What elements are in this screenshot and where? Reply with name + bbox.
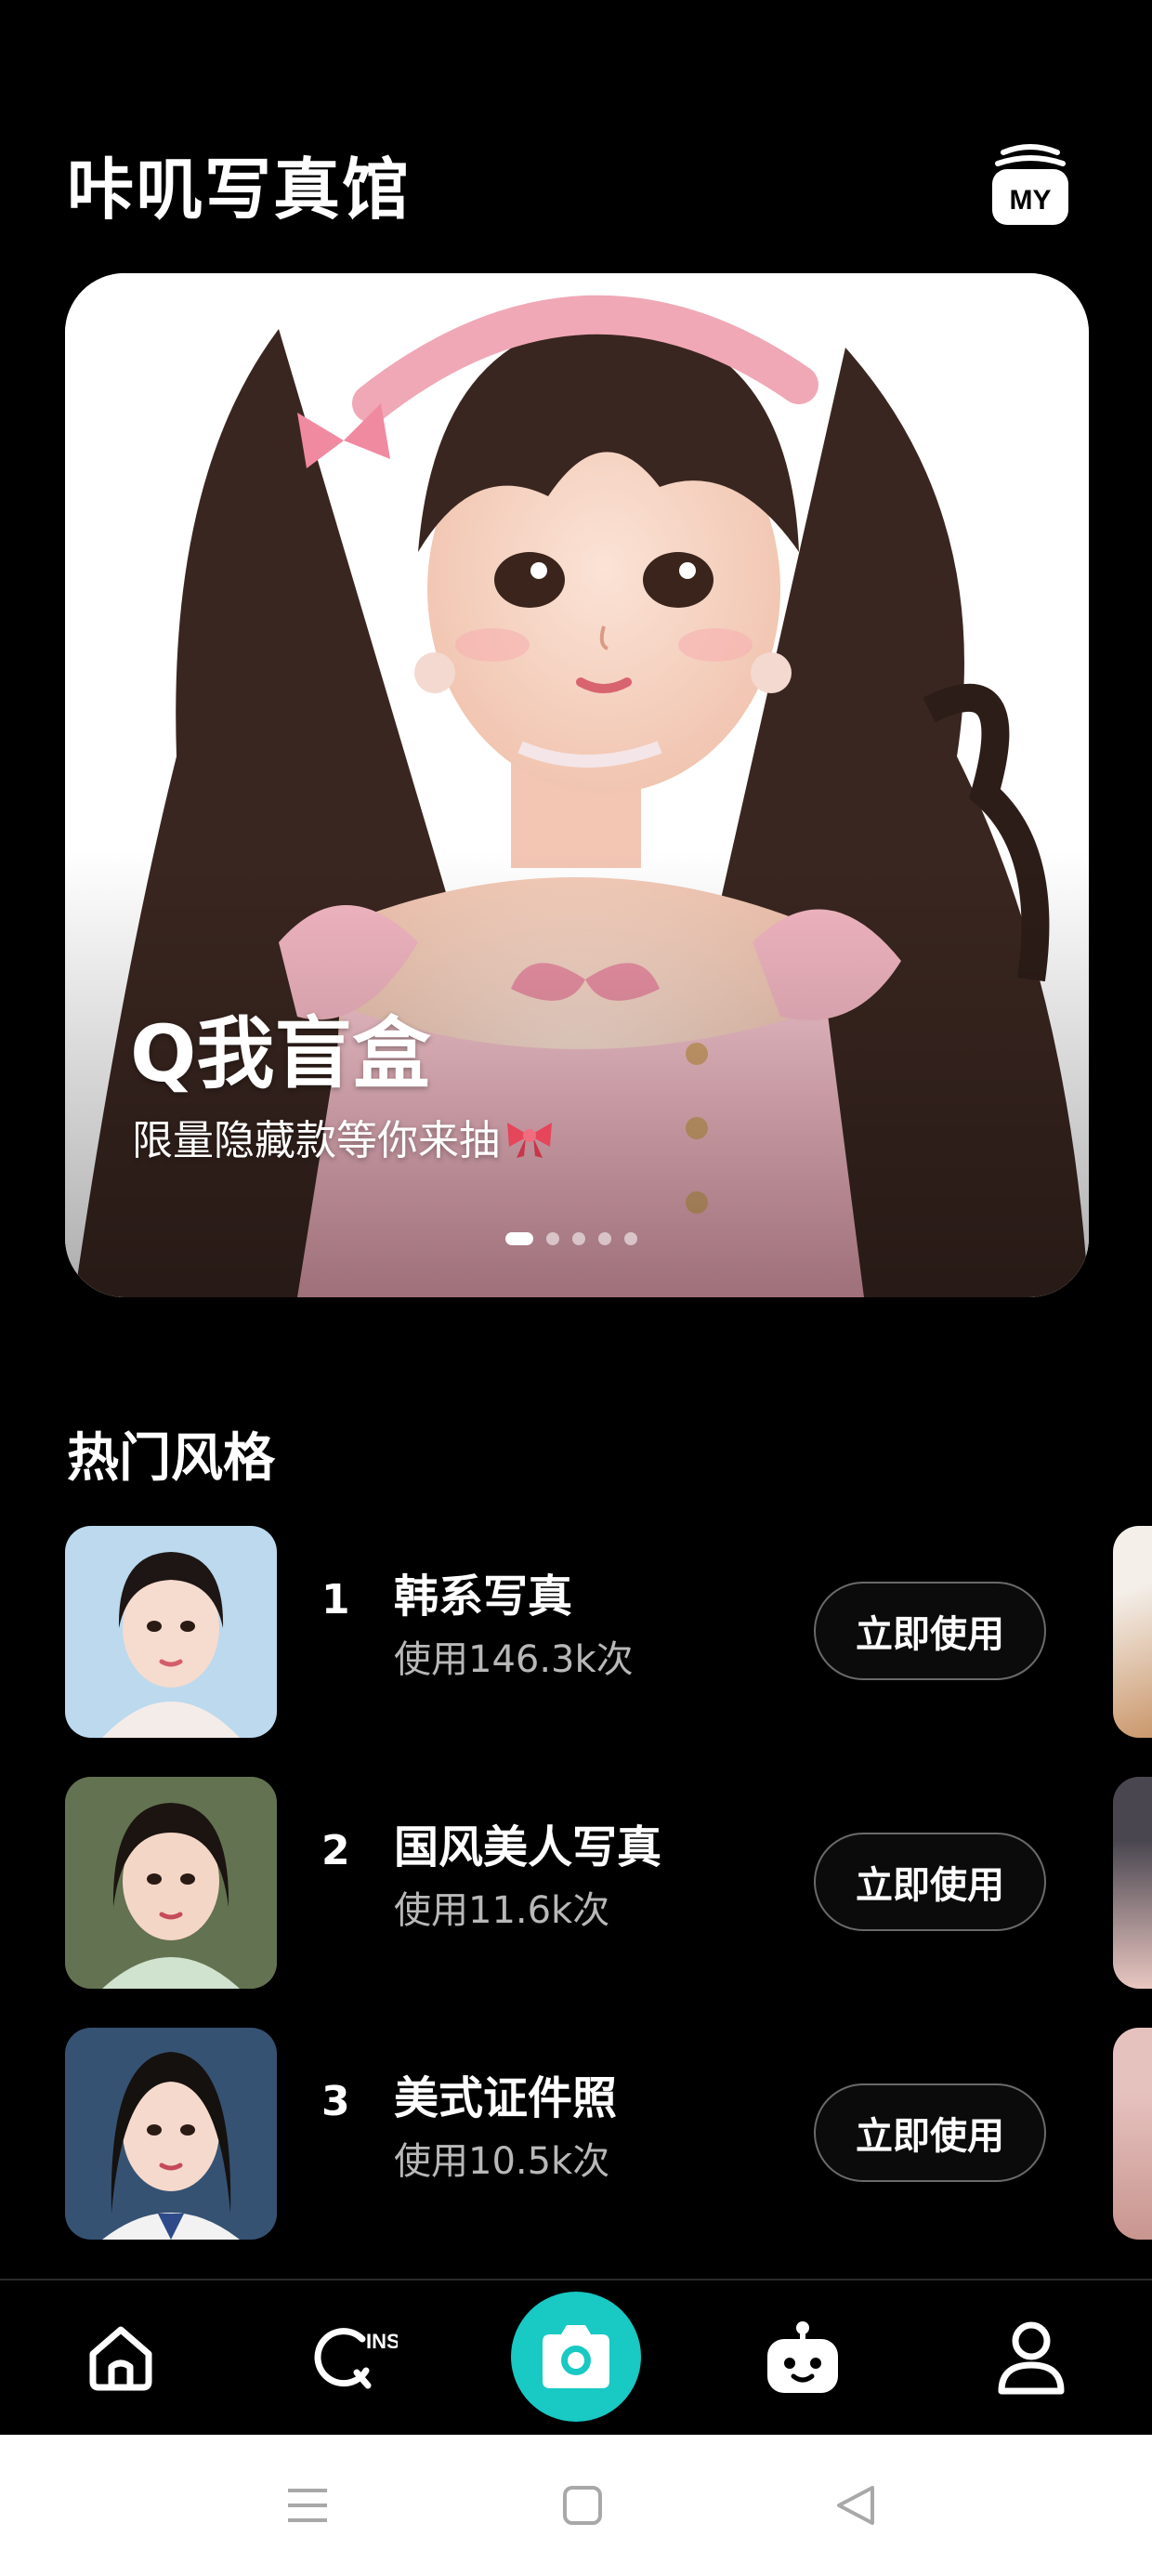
next-column-thumbnail[interactable] [1113,1526,1152,1738]
app-header: 咔叽写真馆 MY [0,0,1152,269]
use-now-button[interactable]: 立即使用 [814,1833,1046,1931]
profile-icon [998,2321,1065,2395]
carousel-dot[interactable] [572,1232,585,1245]
system-back-button[interactable] [823,2435,888,2576]
robot-icon [767,2321,838,2393]
app-title: 咔叽写真馆 [67,151,412,229]
camera-button[interactable] [511,2292,641,2422]
my-icon: MY [992,144,1068,225]
system-navigation-bar [0,2435,1152,2576]
carousel-dot[interactable] [598,1232,611,1245]
style-row[interactable]: 3 美式证件照 使用10.5k次 立即使用 [65,2028,1087,2240]
home-icon [89,2326,152,2391]
style-name: 韩系写真 [394,1571,573,1623]
hero-banner[interactable]: Q我盲盒 限量隐藏款等你来抽 [65,273,1089,1297]
nav-ins[interactable]: INS [297,2280,409,2435]
style-row[interactable]: 2 国风美人写真 使用11.6k次 立即使用 [65,1777,1087,1989]
ins-search-icon: INS [314,2328,398,2389]
menu-icon [288,2489,327,2522]
carousel-dot[interactable] [505,1232,533,1245]
style-name: 美式证件照 [394,2072,618,2124]
next-column-thumbnail[interactable] [1113,2028,1152,2240]
back-triangle-icon [837,2486,874,2525]
style-row[interactable]: 1 韩系写真 使用146.3k次 立即使用 [65,1526,1087,1738]
style-rank: 1 [321,1576,350,1623]
ribbon-bow-icon [504,1119,556,1160]
my-button[interactable]: MY [990,143,1070,227]
hero-subtitle-text: 限量隐藏款等你来抽 [132,1117,500,1164]
style-thumbnail[interactable] [65,1777,277,1989]
style-rank: 3 [321,2078,350,2125]
nav-robot[interactable] [751,2280,855,2435]
carousel-dot[interactable] [546,1232,559,1245]
carousel-dot[interactable] [624,1232,637,1245]
use-now-button[interactable]: 立即使用 [814,2083,1046,2182]
section-title-hot-styles: 热门风格 [67,1428,275,1489]
ins-label: INS [366,2330,398,2353]
style-name: 国风美人写真 [394,1821,662,1873]
style-rank: 2 [321,1827,350,1874]
next-column-thumbnail[interactable] [1113,1777,1152,1989]
hero-title: Q我盲盒 [130,1008,431,1099]
nav-profile[interactable] [979,2280,1083,2435]
carousel-indicator [505,1232,637,1245]
hero-subtitle: 限量隐藏款等你来抽 [132,1113,556,1169]
use-now-button[interactable]: 立即使用 [814,1582,1046,1680]
style-usage-count: 使用11.6k次 [394,1889,610,1932]
style-thumbnail[interactable] [65,1526,277,1738]
nav-home[interactable] [67,2280,175,2435]
my-icon-label: MY [1010,185,1052,216]
style-usage-count: 使用146.3k次 [394,1638,634,1681]
square-home-icon [563,2486,602,2525]
style-thumbnail[interactable] [65,2028,277,2240]
style-usage-count: 使用10.5k次 [394,2140,610,2183]
system-menu-button[interactable] [275,2435,340,2576]
camera-icon [543,2325,609,2388]
system-home-button[interactable] [550,2435,615,2576]
